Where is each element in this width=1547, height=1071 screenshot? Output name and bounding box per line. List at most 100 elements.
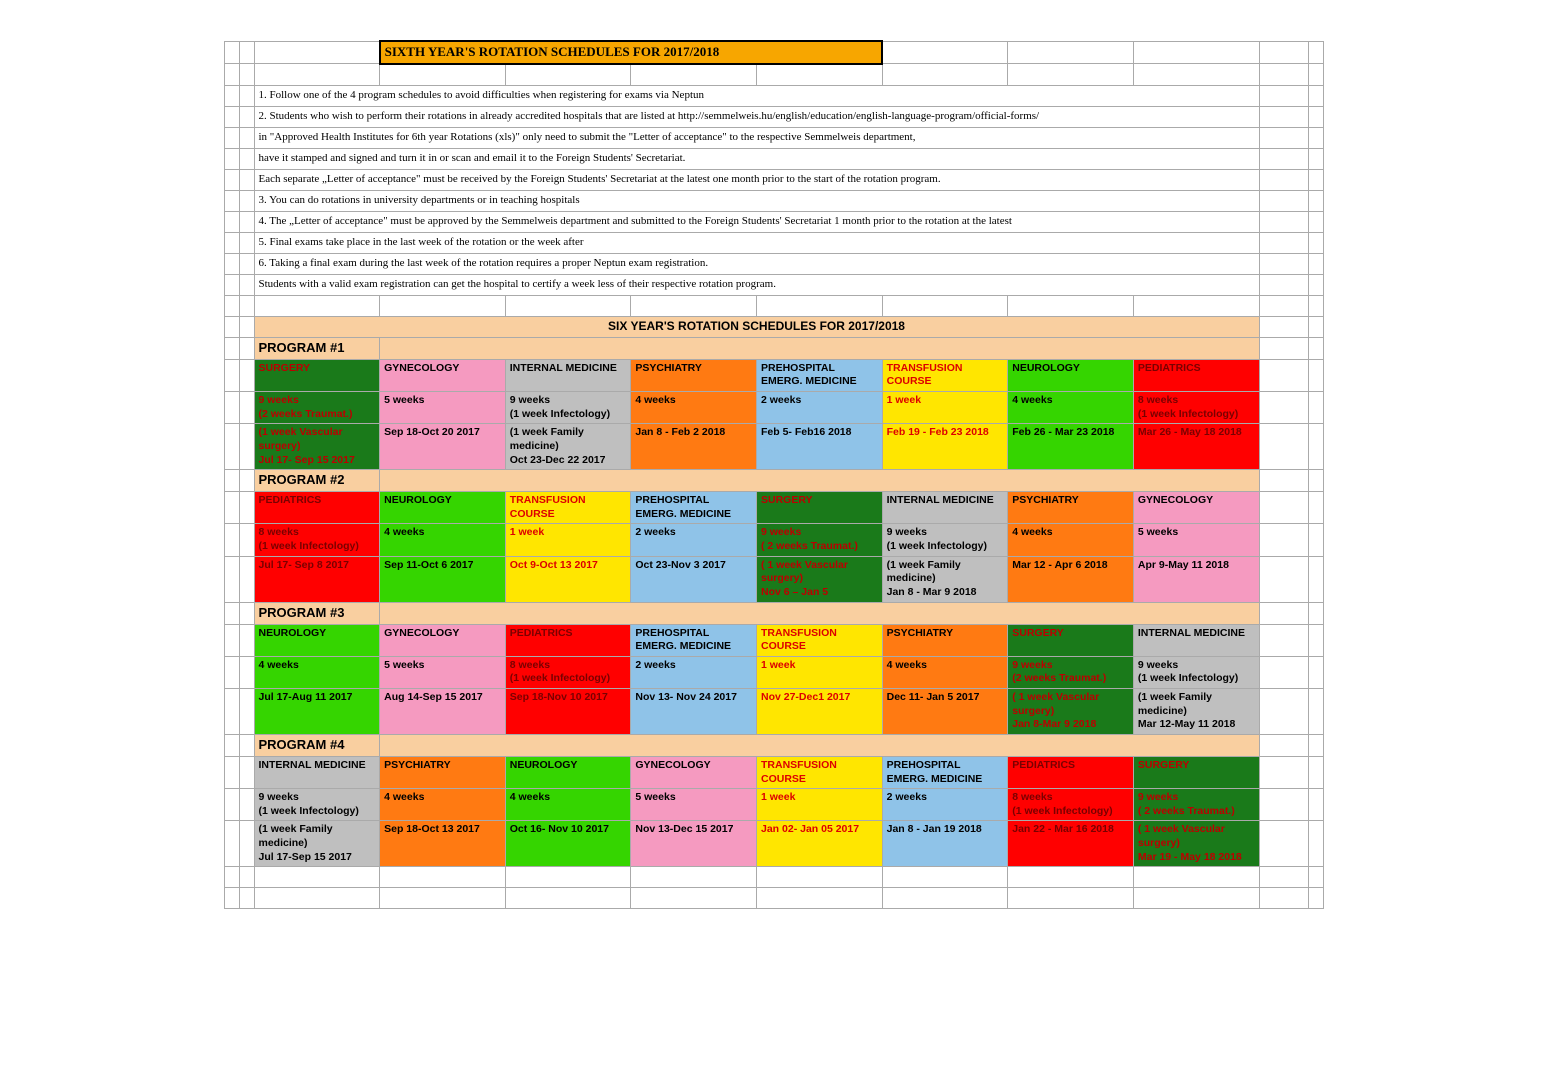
rotation-name: SURGERY: [254, 359, 380, 391]
rotation-duration: 4 weeks: [505, 789, 631, 821]
rotation-name: NEUROLOGY: [1008, 359, 1134, 391]
rotation-name: TRANSFUSION COURSE: [757, 624, 883, 656]
rotation-duration: 9 weeks(1 week Infectology): [882, 524, 1008, 556]
rotation-duration: 2 weeks: [631, 656, 757, 688]
rotation-dates: (1 week Family medicine)Jan 8 - Mar 9 20…: [882, 556, 1008, 602]
rotation-dates: Feb 26 - Mar 23 2018: [1008, 424, 1134, 470]
rotation-dates: ( 1 week Vascular surgery)Nov 6 – Jan 5: [757, 556, 883, 602]
rotation-name: NEUROLOGY: [380, 492, 506, 524]
note-line: 1. Follow one of the 4 program schedules…: [254, 85, 1259, 106]
rotation-name: PREHOSPITAL EMERG. MEDICINE: [631, 492, 757, 524]
subtitle: SIX YEAR'S ROTATION SCHEDULES FOR 2017/2…: [254, 316, 1259, 337]
rotation-dates: (1 week Family medicine)Oct 23-Dec 22 20…: [505, 424, 631, 470]
rotation-name: SURGERY: [757, 492, 883, 524]
rotation-name: PREHOSPITAL EMERG. MEDICINE: [631, 624, 757, 656]
rotation-dates: Mar 12 - Apr 6 2018: [1008, 556, 1134, 602]
rotation-dates: Oct 23-Nov 3 2017: [631, 556, 757, 602]
rotation-dates: Sep 18-Oct 20 2017: [380, 424, 506, 470]
rotation-name: PSYCHIATRY: [380, 756, 506, 788]
rotation-name: INTERNAL MEDICINE: [254, 756, 380, 788]
page-title: SIXTH YEAR'S ROTATION SCHEDULES FOR 2017…: [380, 41, 883, 64]
rotation-duration: 9 weeks(1 week Infectology): [254, 789, 380, 821]
rotation-name: SURGERY: [1133, 756, 1259, 788]
rotation-name: GYNECOLOGY: [380, 624, 506, 656]
rotation-dates: Oct 9-Oct 13 2017: [505, 556, 631, 602]
rotation-duration: 1 week: [757, 656, 883, 688]
rotation-duration: 4 weeks: [631, 392, 757, 424]
rotation-name: INTERNAL MEDICINE: [1133, 624, 1259, 656]
note-line: 5. Final exams take place in the last we…: [254, 232, 1259, 253]
rotation-dates: Sep 18-Nov 10 2017: [505, 689, 631, 735]
note-line: 3. You can do rotations in university de…: [254, 190, 1259, 211]
rotation-duration: 9 weeks(2 weeks Traumat.): [1008, 656, 1134, 688]
rotation-duration: 4 weeks: [380, 789, 506, 821]
rotation-dates: ( 1 week Vascular surgery)Mar 19 - May 1…: [1133, 821, 1259, 867]
rotation-duration: 9 weeks(1 week Infectology): [505, 392, 631, 424]
note-line: Students with a valid exam registration …: [254, 274, 1259, 295]
rotation-dates: Nov 13-Dec 15 2017: [631, 821, 757, 867]
rotation-name: NEUROLOGY: [254, 624, 380, 656]
rotation-name: PEDIATRICS: [1133, 359, 1259, 391]
rotation-duration: 4 weeks: [1008, 392, 1134, 424]
rotation-dates: Nov 13- Nov 24 2017: [631, 689, 757, 735]
rotation-dates: Jul 17-Aug 11 2017: [254, 689, 380, 735]
rotation-dates: (1 week Family medicine)Jul 17-Sep 15 20…: [254, 821, 380, 867]
rotation-dates: Sep 11-Oct 6 2017: [380, 556, 506, 602]
rotation-name: PEDIATRICS: [254, 492, 380, 524]
rotation-name: TRANSFUSION COURSE: [505, 492, 631, 524]
rotation-duration: 4 weeks: [882, 656, 1008, 688]
rotation-duration: 8 weeks(1 week Infectology): [1008, 789, 1134, 821]
rotation-dates: ( 1 week Vascular surgery)Jan 8-Mar 9 20…: [1008, 689, 1134, 735]
rotation-spreadsheet: SIXTH YEAR'S ROTATION SCHEDULES FOR 2017…: [224, 40, 1324, 909]
rotation-dates: Jan 02- Jan 05 2017: [757, 821, 883, 867]
rotation-name: PREHOSPITAL EMERG. MEDICINE: [882, 756, 1008, 788]
note-line: Each separate „Letter of acceptance" mus…: [254, 169, 1259, 190]
rotation-duration: 1 week: [757, 789, 883, 821]
rotation-name: INTERNAL MEDICINE: [505, 359, 631, 391]
program-label: PROGRAM #2: [254, 470, 380, 492]
program-label: PROGRAM #4: [254, 735, 380, 757]
rotation-name: PEDIATRICS: [1008, 756, 1134, 788]
rotation-dates: Aug 14-Sep 15 2017: [380, 689, 506, 735]
program-label: PROGRAM #3: [254, 602, 380, 624]
rotation-name: PREHOSPITAL EMERG. MEDICINE: [757, 359, 883, 391]
rotation-dates: Jan 8 - Jan 19 2018: [882, 821, 1008, 867]
rotation-name: SURGERY: [1008, 624, 1134, 656]
rotation-dates: Jul 17- Sep 8 2017: [254, 556, 380, 602]
rotation-name: TRANSFUSION COURSE: [882, 359, 1008, 391]
rotation-dates: (1 week Family medicine)Mar 12-May 11 20…: [1133, 689, 1259, 735]
rotation-name: PSYCHIATRY: [882, 624, 1008, 656]
rotation-duration: 9 weeks( 2 weeks Traumat.): [1133, 789, 1259, 821]
rotation-dates: Oct 16- Nov 10 2017: [505, 821, 631, 867]
rotation-name: TRANSFUSION COURSE: [757, 756, 883, 788]
note-line: in "Approved Health Institutes for 6th y…: [254, 127, 1259, 148]
program-label: PROGRAM #1: [254, 337, 380, 359]
rotation-name: PSYCHIATRY: [631, 359, 757, 391]
rotation-dates: Feb 19 - Feb 23 2018: [882, 424, 1008, 470]
rotation-duration: 9 weeks( 2 weeks Traumat.): [757, 524, 883, 556]
rotation-duration: 9 weeks(1 week Infectology): [1133, 656, 1259, 688]
rotation-duration: 9 weeks(2 weeks Traumat.): [254, 392, 380, 424]
rotation-name: GYNECOLOGY: [631, 756, 757, 788]
rotation-name: INTERNAL MEDICINE: [882, 492, 1008, 524]
rotation-duration: 4 weeks: [254, 656, 380, 688]
rotation-duration: 8 weeks(1 week Infectology): [254, 524, 380, 556]
rotation-duration: 1 week: [882, 392, 1008, 424]
rotation-name: PEDIATRICS: [505, 624, 631, 656]
rotation-dates: Jan 22 - Mar 16 2018: [1008, 821, 1134, 867]
rotation-duration: 4 weeks: [1008, 524, 1134, 556]
rotation-duration: 5 weeks: [631, 789, 757, 821]
rotation-dates: Jan 8 - Feb 2 2018: [631, 424, 757, 470]
rotation-duration: 8 weeks(1 week Infectology): [1133, 392, 1259, 424]
rotation-dates: (1 week Vascular surgery)Jul 17- Sep 15 …: [254, 424, 380, 470]
rotation-dates: Nov 27-Dec1 2017: [757, 689, 883, 735]
note-line: 4. The „Letter of acceptance" must be ap…: [254, 211, 1259, 232]
rotation-dates: Apr 9-May 11 2018: [1133, 556, 1259, 602]
rotation-dates: Dec 11- Jan 5 2017: [882, 689, 1008, 735]
rotation-duration: 4 weeks: [380, 524, 506, 556]
note-line: have it stamped and signed and turn it i…: [254, 148, 1259, 169]
rotation-dates: Mar 26 - May 18 2018: [1133, 424, 1259, 470]
rotation-duration: 1 week: [505, 524, 631, 556]
rotation-duration: 2 weeks: [631, 524, 757, 556]
rotation-dates: Sep 18-Oct 13 2017: [380, 821, 506, 867]
